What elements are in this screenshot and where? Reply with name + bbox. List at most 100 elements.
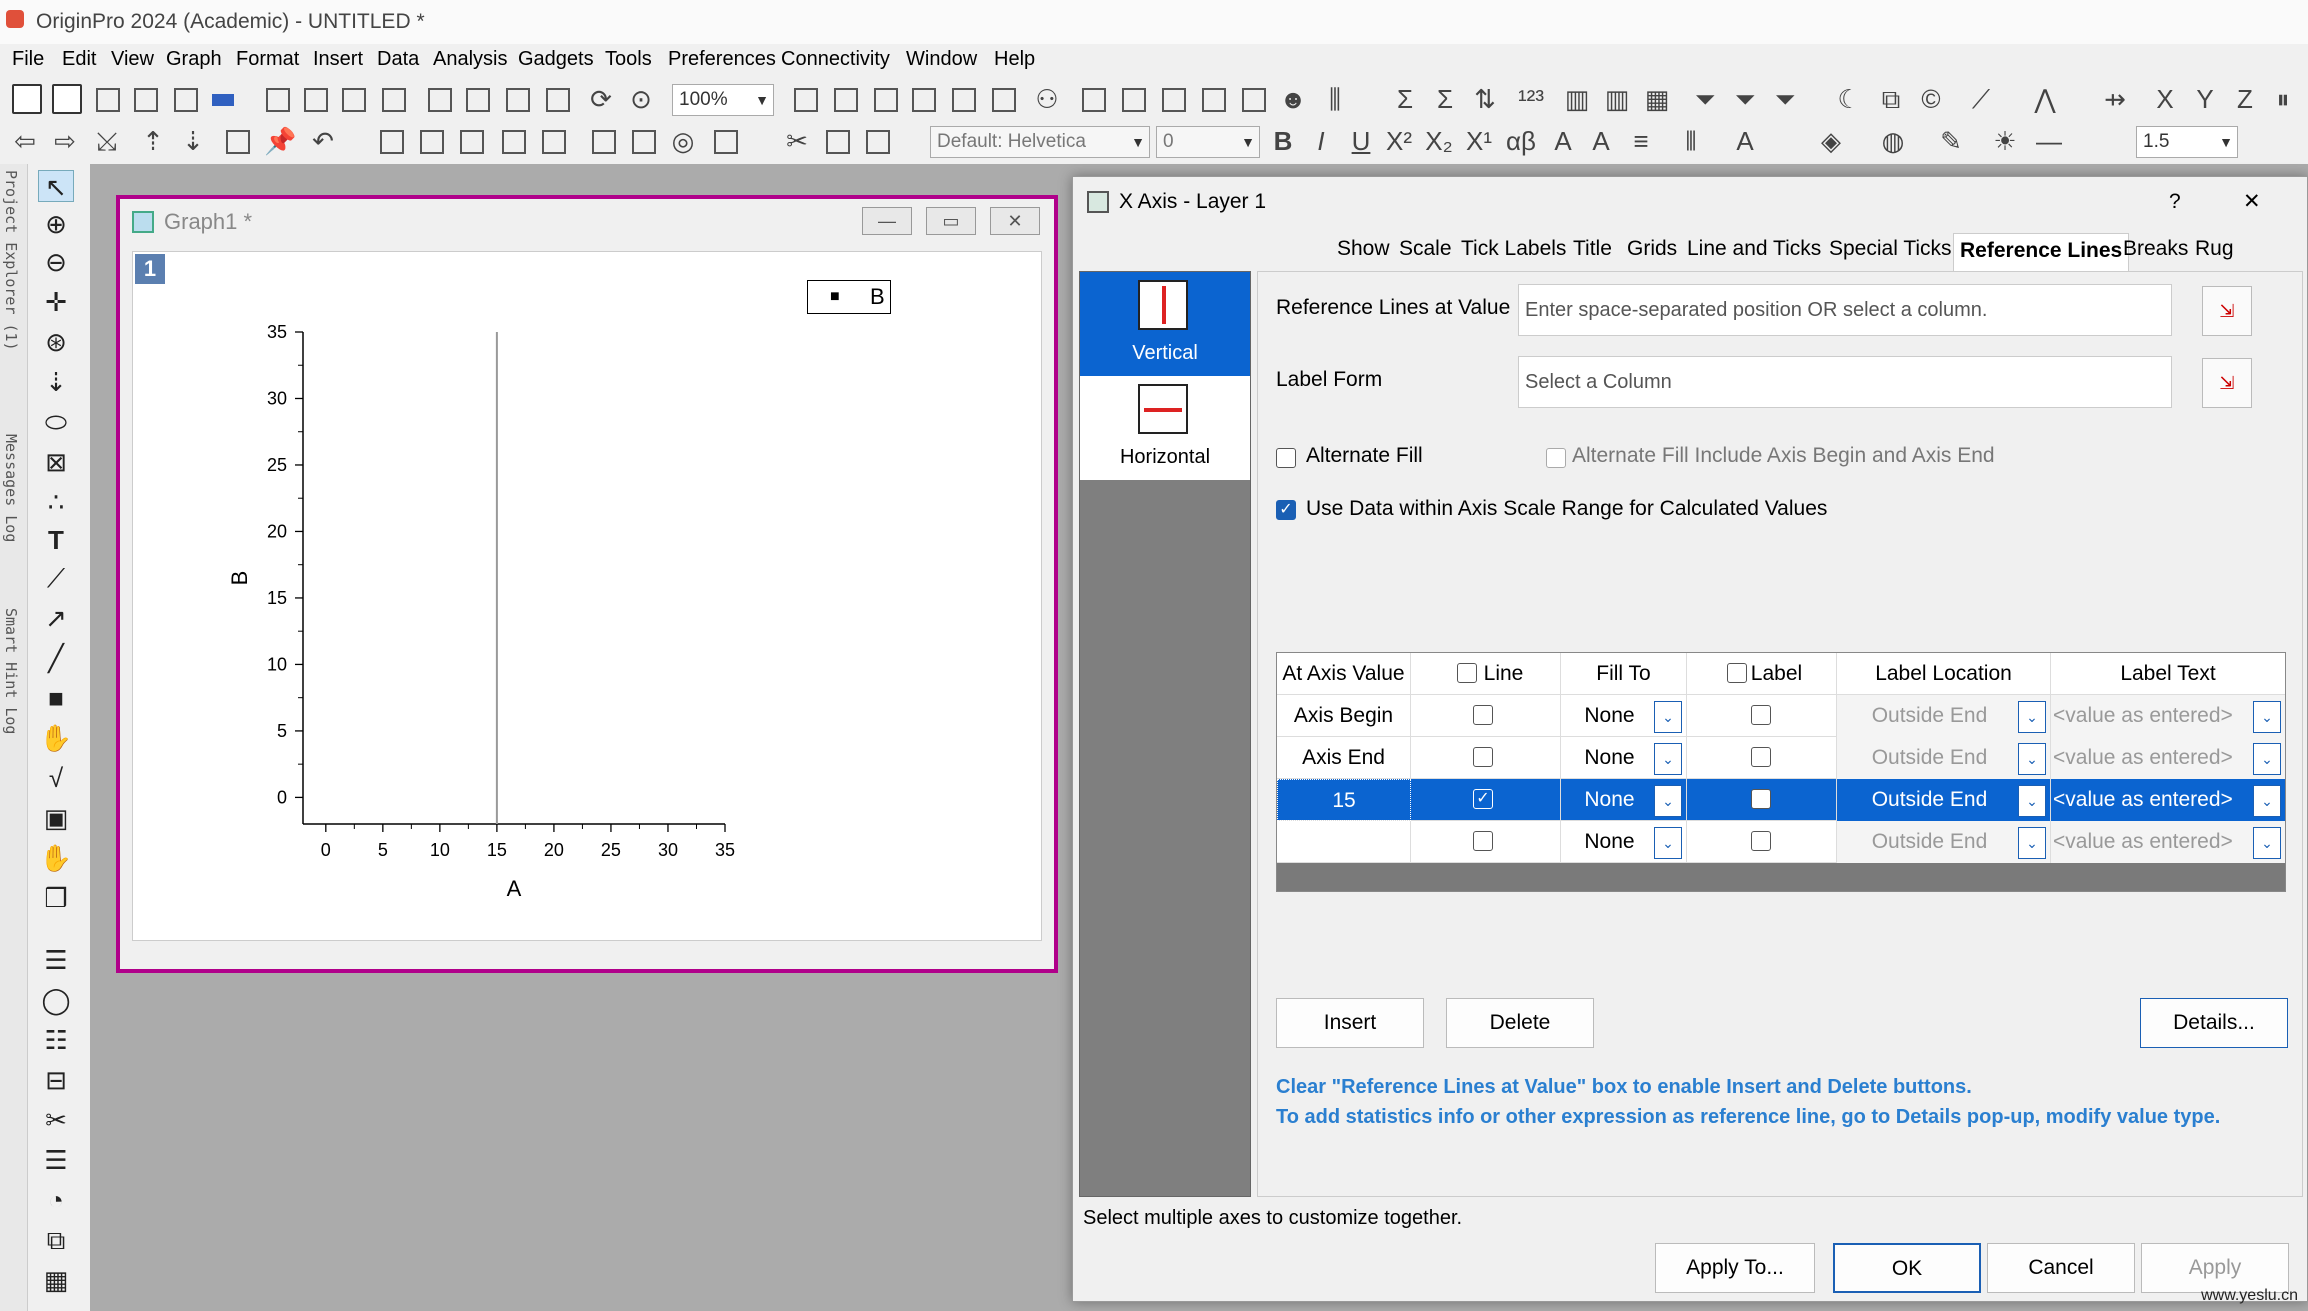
draw-data-icon[interactable]: ∴ — [38, 486, 74, 518]
stacked-column-icon[interactable]: ▥ — [1602, 84, 1632, 114]
messages-log-tab[interactable]: Messages Log — [2, 434, 20, 542]
undo-icon[interactable]: ↶ — [308, 126, 338, 156]
line-checkbox[interactable] — [1473, 789, 1493, 809]
chevron-down-icon[interactable]: ⌄ — [2018, 827, 2046, 859]
pause-icon[interactable]: ⏸ — [2268, 84, 2298, 114]
minimize-button[interactable]: — — [862, 207, 912, 235]
open-template-icon[interactable] — [462, 84, 492, 114]
y-axis-icon[interactable]: Y — [2190, 84, 2220, 114]
menu-window[interactable]: Window — [906, 48, 977, 71]
apps-icon[interactable]: ☻ — [1278, 84, 1308, 114]
chevron-down-icon[interactable]: ⌄ — [2018, 701, 2046, 733]
menu-insert[interactable]: Insert — [313, 48, 363, 71]
move-up-icon[interactable]: ⇡ — [138, 126, 168, 156]
cell-fill-to[interactable]: None ⌄ — [1561, 821, 1687, 863]
select-column-button[interactable]: ⇲ — [2202, 286, 2252, 336]
filter-clear-icon[interactable]: ⏷ — [1770, 84, 1800, 114]
maximize-button[interactable]: ▭ — [926, 207, 976, 235]
table-row[interactable]: Axis End None ⌄ Outside End ⌄ <value as en… — [1277, 737, 2285, 779]
edit-mode-icon[interactable] — [1198, 84, 1228, 114]
label-checkbox[interactable] — [1751, 747, 1771, 767]
chevron-down-icon[interactable]: ⌄ — [2253, 827, 2281, 859]
label-form-input[interactable]: Select a Column — [1518, 356, 2172, 408]
graph-object-icon[interactable]: ▣ — [38, 802, 74, 834]
export-icon[interactable] — [628, 126, 658, 156]
insert-button[interactable]: Insert — [1276, 998, 1424, 1048]
cell-axis-value[interactable]: Axis Begin — [1277, 695, 1411, 737]
apply-button[interactable]: Apply — [2141, 1243, 2289, 1293]
arrow-left-icon[interactable]: ⇦ — [10, 126, 40, 156]
cell-label-text[interactable]: <value as entered> ⌄ — [2051, 737, 2285, 779]
chevron-down-icon[interactable]: ⌄ — [2018, 743, 2046, 775]
script-window-icon[interactable] — [1238, 84, 1268, 114]
cell-axis-value[interactable] — [1277, 821, 1411, 863]
print-icon[interactable] — [790, 84, 820, 114]
line-color-icon[interactable]: ✎ — [1936, 126, 1966, 156]
cell-label[interactable] — [1687, 821, 1837, 863]
rescale-icon[interactable] — [222, 126, 252, 156]
pan-icon[interactable]: ✋ — [38, 842, 74, 874]
ok-button[interactable]: OK — [1833, 1243, 1981, 1293]
chevron-down-icon[interactable]: ⌄ — [1654, 785, 1682, 817]
new-sheet-icon[interactable] — [376, 126, 406, 156]
chevron-down-icon[interactable]: ⌄ — [2253, 701, 2281, 733]
set-values-icon[interactable] — [416, 126, 446, 156]
menu-preferences[interactable]: Preferences — [668, 48, 776, 71]
italic-icon[interactable]: I — [1306, 126, 1336, 156]
close-button[interactable]: ✕ — [990, 207, 1040, 235]
x-axis-icon[interactable]: X — [2150, 84, 2180, 114]
decrease-font-icon[interactable]: A — [1586, 126, 1616, 156]
new-graph-icon[interactable] — [130, 84, 160, 114]
header-line[interactable]: Line — [1411, 653, 1561, 695]
numbered-list-icon[interactable]: ☰ — [38, 1144, 74, 1176]
cell-line[interactable] — [1411, 737, 1561, 779]
zoom-out-icon[interactable]: ⊖ — [38, 246, 74, 278]
equation-icon[interactable]: √ — [38, 762, 74, 794]
menu-format[interactable]: Format — [236, 48, 299, 71]
menu-analysis[interactable]: Analysis — [433, 48, 507, 71]
worksheet-query-icon[interactable] — [1158, 84, 1188, 114]
ruler-icon[interactable]: ⟋ — [38, 562, 74, 594]
table-row[interactable]: None ⌄ Outside End ⌄ <value as entered> ⌄ — [1277, 821, 2285, 863]
scissors-icon[interactable]: ✂ — [38, 1104, 74, 1136]
paste-icon[interactable] — [862, 126, 892, 156]
arrow-tool-icon[interactable]: ↗ — [38, 602, 74, 634]
cell-label-location[interactable]: Outside End ⌄ — [1837, 695, 2051, 737]
copy-format-icon[interactable]: ⧉ — [1876, 84, 1906, 114]
header-label[interactable]: Label — [1687, 653, 1837, 695]
rectangle-tool-icon[interactable]: ■ — [38, 682, 74, 714]
3d-rotate-icon[interactable]: ❒ — [38, 882, 74, 914]
mask-icon[interactable]: ⊠ — [38, 446, 74, 478]
help-button[interactable]: ? — [2169, 177, 2181, 227]
delete-button[interactable]: Delete — [1446, 998, 1594, 1048]
new-function-icon[interactable] — [338, 84, 368, 114]
hand-icon[interactable]: ✋ — [38, 722, 74, 754]
command-window-icon[interactable] — [988, 84, 1018, 114]
merge-icon[interactable]: ⤩ — [92, 126, 122, 156]
increase-font-icon[interactable]: A — [1548, 126, 1578, 156]
chevron-down-icon[interactable]: ⌄ — [2253, 743, 2281, 775]
label-checkbox[interactable] — [1751, 705, 1771, 725]
cancel-button[interactable]: Cancel — [1987, 1243, 2135, 1293]
project-tree-icon[interactable]: ⚇ — [1032, 84, 1062, 114]
screen-reader-icon[interactable]: ✛ — [38, 286, 74, 318]
code-builder-icon[interactable] — [908, 84, 938, 114]
menu-view[interactable]: View — [111, 48, 154, 71]
zoom-combo[interactable]: 100% ▼ — [672, 84, 774, 116]
cell-label[interactable] — [1687, 695, 1837, 737]
text-tool-icon[interactable]: T — [38, 524, 74, 556]
cell-fill-to[interactable]: None ⌄ — [1561, 737, 1687, 779]
project-explorer-tab[interactable]: Project Explorer (1) — [2, 170, 20, 351]
column-bars-icon[interactable]: ⦀ — [1676, 126, 1706, 156]
menu-data[interactable]: Data — [377, 48, 419, 71]
save-project-icon[interactable] — [502, 84, 532, 114]
results-log-icon[interactable] — [948, 84, 978, 114]
font-name-combo[interactable]: Default: Helvetica ▼ — [930, 126, 1150, 158]
arrow-right-icon[interactable]: ⇨ — [50, 126, 80, 156]
pin-icon[interactable]: 📌 — [264, 126, 296, 156]
refresh-icon[interactable] — [1078, 84, 1108, 114]
dialog-close-button[interactable]: ✕ — [2243, 177, 2261, 227]
disc-icon[interactable]: ◎ — [668, 126, 698, 156]
cell-axis-value[interactable]: 15 — [1277, 779, 1411, 821]
font-color-icon[interactable]: A — [1730, 126, 1760, 156]
